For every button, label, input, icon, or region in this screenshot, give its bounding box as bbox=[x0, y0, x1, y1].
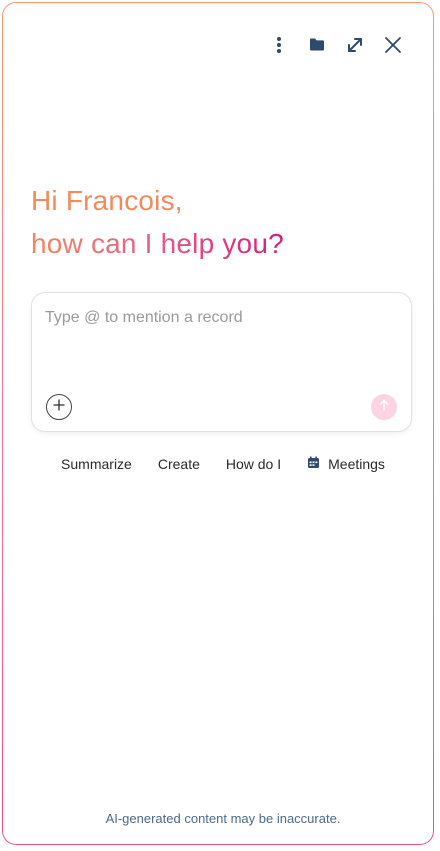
suggestion-meetings[interactable]: Meetings bbox=[294, 453, 398, 475]
suggestion-how-do-i[interactable]: How do I bbox=[213, 453, 294, 475]
add-attachment-button[interactable] bbox=[46, 394, 72, 420]
send-button[interactable] bbox=[371, 394, 397, 420]
suggestion-summarize[interactable]: Summarize bbox=[48, 453, 145, 475]
prompt-input[interactable] bbox=[45, 305, 395, 331]
suggestion-label: Summarize bbox=[61, 456, 132, 472]
expand-icon bbox=[346, 36, 364, 59]
close-icon bbox=[384, 36, 402, 59]
expand-button[interactable] bbox=[343, 33, 367, 61]
greeting: Hi Francois, how can I help you? bbox=[31, 179, 284, 265]
panel-toolbar bbox=[267, 33, 405, 61]
folder-icon bbox=[309, 38, 325, 56]
suggestion-create[interactable]: Create bbox=[145, 453, 213, 475]
suggestion-label: How do I bbox=[225, 456, 282, 472]
suggestion-label: Create bbox=[157, 456, 200, 472]
close-button[interactable] bbox=[381, 33, 405, 61]
greeting-prompt: how can I help you? bbox=[31, 222, 284, 265]
more-options-button[interactable] bbox=[267, 33, 291, 61]
assistant-panel: Hi Francois, how can I help you? Summa bbox=[2, 2, 434, 845]
suggestion-chips: Summarize Create How do I Meetings bbox=[3, 453, 440, 475]
folder-button[interactable] bbox=[305, 33, 329, 61]
greeting-name: Hi Francois, bbox=[31, 185, 183, 216]
arrow-up-icon bbox=[379, 398, 389, 416]
ai-disclaimer: AI-generated content may be inaccurate. bbox=[105, 811, 341, 826]
suggestion-label: Meetings bbox=[328, 456, 385, 472]
more-vertical-icon bbox=[276, 36, 282, 59]
plus-icon bbox=[53, 398, 65, 416]
calendar-icon bbox=[307, 456, 320, 472]
prompt-composer bbox=[31, 292, 412, 432]
